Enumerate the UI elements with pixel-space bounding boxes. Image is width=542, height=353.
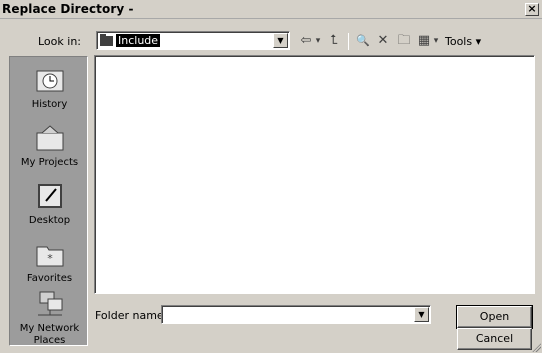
look-in-dropdown[interactable]: Include ▼	[96, 31, 290, 50]
look-in-dropdown-arrow[interactable]: ▼	[273, 33, 288, 48]
place-label: Favorites	[26, 273, 73, 284]
file-list[interactable]	[94, 55, 535, 294]
search-web-icon[interactable]: 🔍	[354, 32, 372, 50]
favorites-icon: *	[34, 239, 66, 269]
folder-name-input[interactable]: ▼	[161, 305, 431, 324]
place-desktop[interactable]: Desktop	[10, 181, 89, 227]
toolbar-separator	[348, 33, 349, 50]
tools-menu[interactable]: Tools ▾	[445, 35, 481, 48]
desktop-icon	[34, 181, 66, 211]
place-label: History	[31, 99, 68, 110]
place-label: My Projects	[20, 157, 79, 168]
place-label: My Network Places	[19, 323, 80, 346]
resize-grip[interactable]	[531, 342, 541, 352]
folder-icon	[100, 34, 113, 46]
window-title: Replace Directory -	[2, 2, 134, 16]
place-my-network-places[interactable]: My Network Places	[10, 289, 89, 347]
folder-name-dropdown-arrow[interactable]: ▼	[414, 307, 429, 322]
look-in-value: Include	[116, 34, 161, 47]
cancel-button[interactable]: Cancel	[457, 328, 532, 350]
back-history-arrow-icon[interactable]: ▾	[314, 32, 322, 50]
views-arrow-icon[interactable]: ▾	[432, 32, 440, 50]
place-my-projects[interactable]: My Projects	[10, 123, 89, 169]
folder-name-label: Folder name:	[95, 309, 168, 322]
views-icon[interactable]: ▦	[416, 32, 432, 50]
up-folder-icon[interactable]: ⮤	[325, 32, 343, 50]
svg-text:*: *	[47, 252, 53, 265]
history-icon	[34, 65, 66, 95]
my-projects-icon	[34, 123, 66, 153]
delete-icon[interactable]: ✕	[375, 32, 391, 50]
place-favorites[interactable]: * Favorites	[10, 239, 89, 285]
new-folder-icon[interactable]: 🗀	[395, 32, 413, 50]
place-history[interactable]: History	[10, 65, 89, 111]
network-places-icon	[34, 289, 66, 319]
look-in-label: Look in:	[38, 35, 81, 48]
open-button[interactable]: Open	[456, 305, 533, 329]
place-label: Desktop	[28, 215, 71, 226]
close-button[interactable]: ×	[525, 3, 539, 16]
title-bar[interactable]: Replace Directory - ×	[0, 0, 542, 19]
back-icon[interactable]: ⇦	[298, 32, 314, 50]
places-bar: History My Projects Desktop * Favorites …	[9, 56, 88, 346]
